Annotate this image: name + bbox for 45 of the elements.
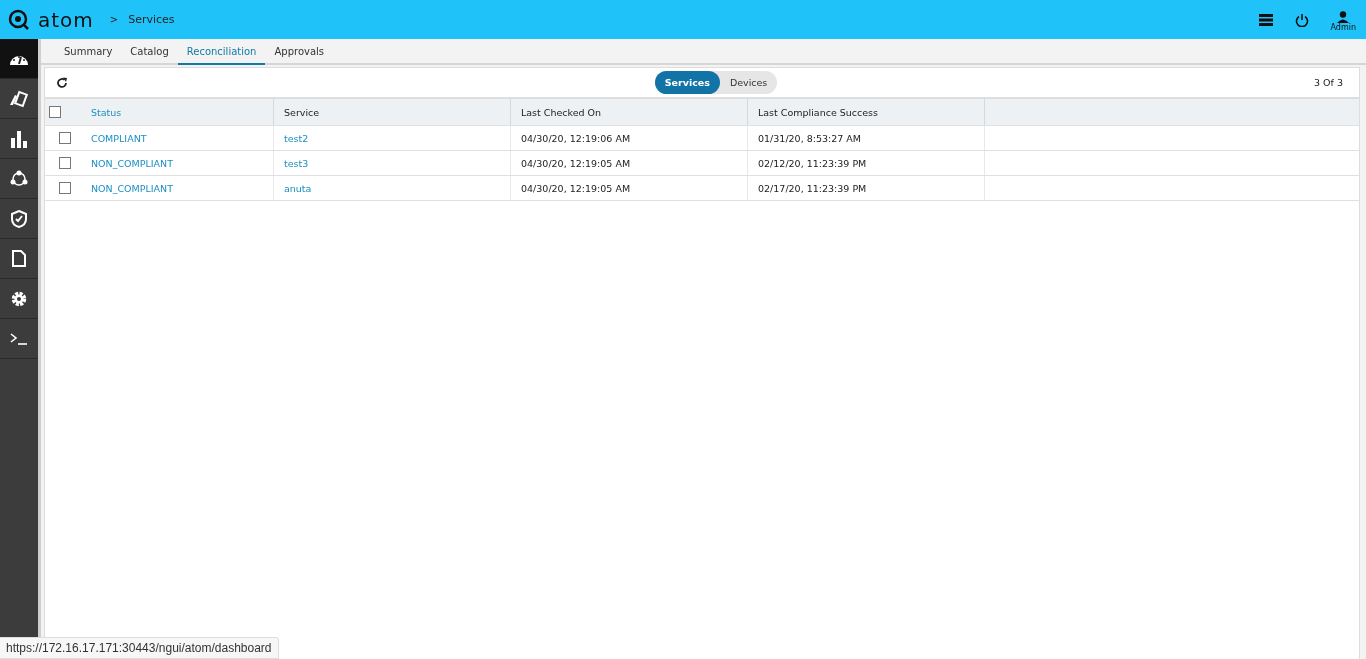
table-cell: 04/30/20, 12:19:06 AM — [521, 132, 631, 144]
table-cell: 04/30/20, 12:19:05 AM — [521, 182, 631, 194]
breadcrumb-separator: > — [109, 14, 119, 25]
sidebar-item[interactable] — [0, 39, 38, 79]
tab[interactable]: Reconciliation — [177, 39, 266, 65]
document-icon — [12, 250, 26, 267]
status-url-tooltip: https://172.16.17.171:30443/ngui/atom/dashboard — [0, 637, 279, 659]
service-link[interactable]: test3 — [284, 157, 309, 169]
power-icon[interactable] — [1294, 12, 1309, 27]
status-link[interactable]: NON_COMPLIANT — [91, 182, 173, 194]
tab[interactable]: Approvals — [265, 39, 334, 65]
terminal-icon — [10, 332, 28, 345]
user-icon — [1336, 11, 1351, 23]
status-link[interactable]: COMPLIANT — [91, 132, 147, 144]
service-link[interactable]: anuta — [284, 182, 312, 194]
tab[interactable]: Catalog — [121, 39, 178, 65]
select-all-checkbox[interactable] — [49, 106, 61, 118]
status-link[interactable]: NON_COMPLIANT — [91, 157, 173, 169]
record-count: 3 Of 3 — [1314, 77, 1343, 88]
column-header[interactable]: Status — [91, 106, 122, 118]
refresh-icon[interactable] — [56, 76, 68, 89]
logo-text: atom — [38, 7, 94, 32]
table-cell: 02/17/20, 11:23:39 PM — [758, 182, 867, 194]
table-cell: 01/31/20, 8:53:27 AM — [758, 132, 862, 144]
shield-check-icon — [11, 209, 27, 228]
service-link[interactable]: test2 — [284, 132, 309, 144]
network-icon — [10, 169, 28, 188]
bar-chart-icon — [10, 129, 28, 148]
user-button[interactable]: Admin — [1330, 7, 1356, 32]
column-header[interactable]: Service — [284, 106, 320, 118]
settings-icon — [10, 289, 28, 308]
list-icon[interactable] — [1258, 13, 1273, 26]
breadcrumb: Services — [128, 13, 175, 26]
row-checkbox[interactable] — [59, 132, 71, 144]
row-checkbox[interactable] — [59, 157, 71, 169]
toggle-option[interactable]: Services — [654, 71, 720, 94]
tab[interactable]: Summary — [55, 39, 122, 65]
cards-icon — [9, 89, 29, 108]
toggle-option[interactable]: Devices — [719, 71, 778, 94]
logo-icon — [8, 8, 30, 31]
row-checkbox[interactable] — [59, 182, 71, 194]
column-header[interactable]: Last Compliance Success — [758, 106, 878, 118]
table-cell: 02/12/20, 11:23:39 PM — [758, 157, 867, 169]
table-cell: 04/30/20, 12:19:05 AM — [521, 157, 631, 169]
column-header[interactable]: Last Checked On — [521, 106, 602, 118]
